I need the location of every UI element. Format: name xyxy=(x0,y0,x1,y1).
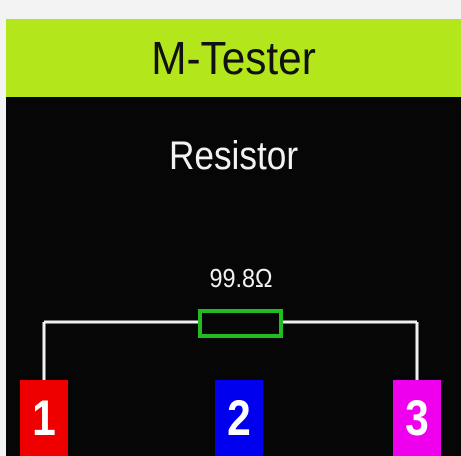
pin-1-marker: 1 xyxy=(20,380,68,456)
pin-1-label: 1 xyxy=(32,390,56,446)
pin-2-marker: 2 xyxy=(215,380,263,456)
pin-3-marker: 3 xyxy=(393,380,441,456)
resistor-symbol xyxy=(198,309,283,338)
wire-left xyxy=(42,320,200,380)
pin-3-label: 3 xyxy=(405,390,429,446)
pin-2-label: 2 xyxy=(227,390,251,446)
wire-right xyxy=(281,320,419,380)
tester-screen: M-Tester Resistor 99.8Ω 1 2 3 xyxy=(0,0,461,456)
